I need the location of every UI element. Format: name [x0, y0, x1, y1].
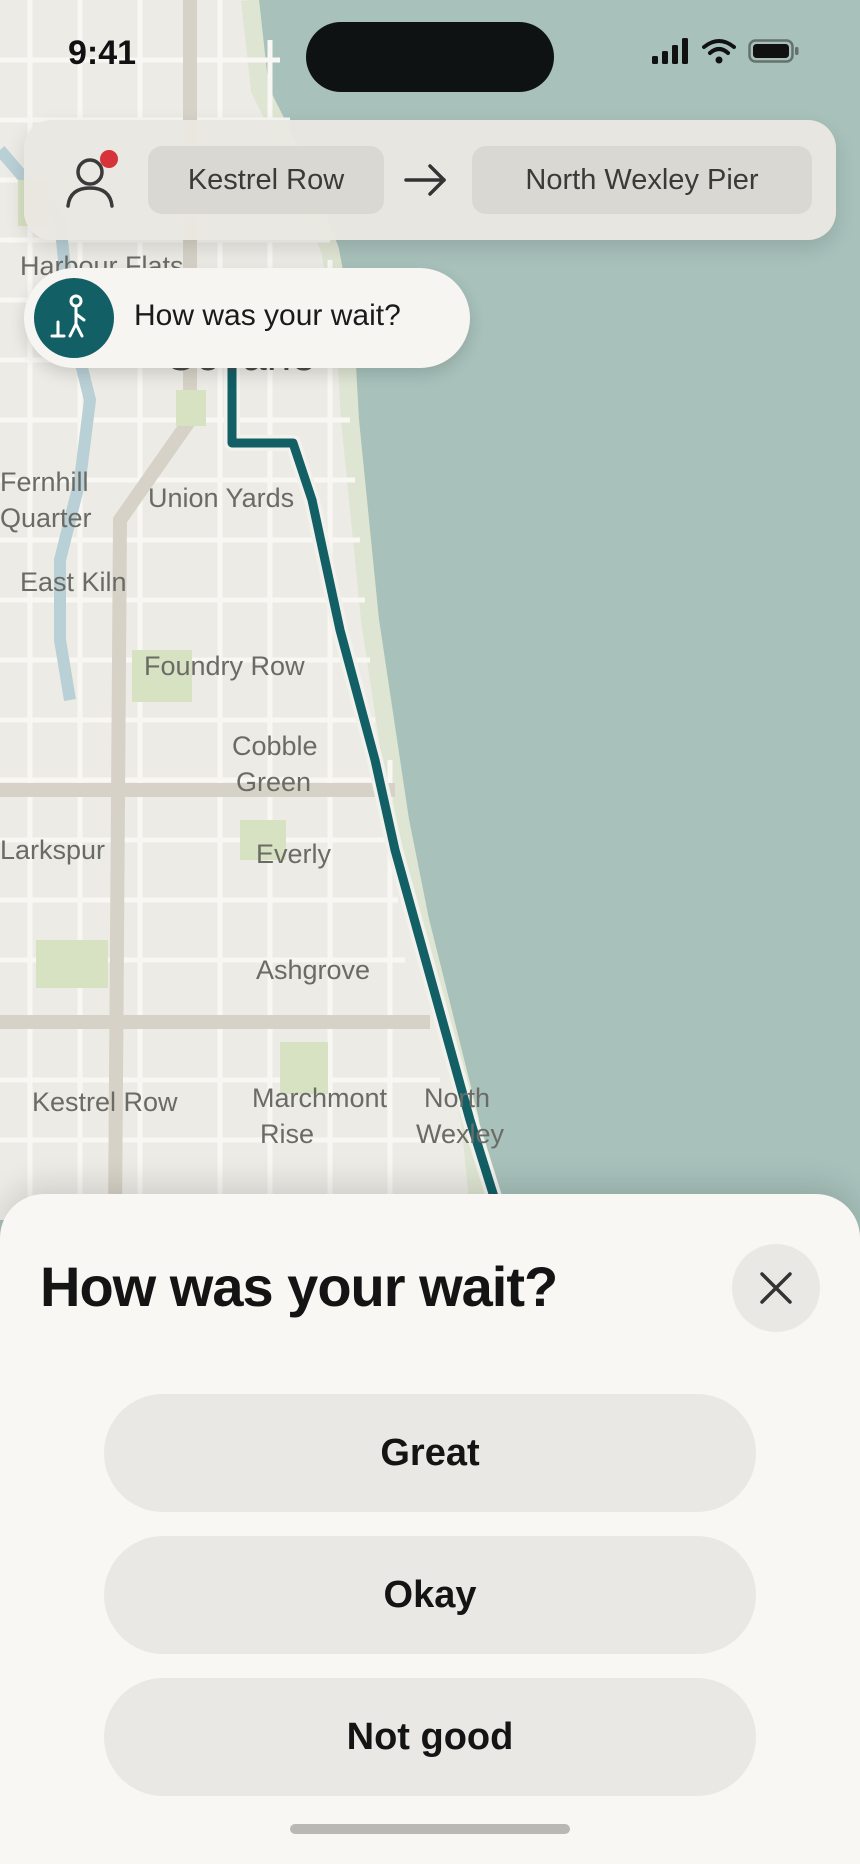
destination-field[interactable]: North Wexley Pier — [472, 146, 812, 214]
notification-dot — [100, 150, 118, 168]
map-label: Marchmont — [252, 1083, 388, 1113]
close-button[interactable] — [732, 1244, 820, 1332]
map-label: Fernhill — [0, 467, 89, 497]
route-header: Kestrel Row North Wexley Pier — [24, 120, 836, 240]
map-label: Green — [236, 767, 312, 797]
map-label: Larkspur — [0, 835, 106, 865]
map-label: Kestrel Row — [32, 1087, 178, 1117]
wifi-icon — [702, 39, 736, 64]
close-icon — [760, 1272, 792, 1304]
status-icons — [652, 38, 800, 64]
profile-button[interactable] — [60, 144, 132, 216]
option-okay-button[interactable]: Okay — [104, 1536, 756, 1654]
origin-field[interactable]: Kestrel Row — [148, 146, 384, 214]
map-label: Rise — [260, 1119, 315, 1149]
map-label: Wexley — [416, 1119, 505, 1149]
map-label: Everly — [256, 839, 332, 869]
waiting-person-icon — [50, 294, 86, 338]
option-not-good-button[interactable]: Not good — [104, 1678, 756, 1796]
map-label: North — [424, 1083, 491, 1113]
wait-icon-badge — [34, 278, 114, 358]
wait-feedback-bubble[interactable]: How was your wait? — [24, 268, 470, 368]
map-label: Ashgrove — [256, 955, 371, 985]
arrow-right-icon — [404, 164, 446, 196]
map-label: Cobble — [232, 731, 318, 761]
wait-bubble-text: How was your wait? — [134, 299, 401, 332]
map-label: Union Yards — [148, 483, 295, 513]
dynamic-island — [306, 22, 554, 92]
map-label: Quarter — [0, 503, 92, 533]
cellular-signal-icon — [652, 38, 688, 64]
option-great-button[interactable]: Great — [104, 1394, 756, 1512]
feedback-sheet: How was your wait? Great Okay Not good — [0, 1194, 860, 1864]
map-label: East Kiln — [20, 567, 127, 597]
map-label: Foundry Row — [144, 651, 305, 681]
status-time: 9:41 — [68, 34, 137, 72]
home-indicator[interactable] — [290, 1824, 570, 1834]
person-icon — [66, 150, 118, 208]
screen: Harbour Flats Covane Fernhill Quarter Un… — [0, 0, 860, 1864]
battery-icon — [748, 39, 799, 63]
sheet-title: How was your wait? — [40, 1255, 558, 1318]
